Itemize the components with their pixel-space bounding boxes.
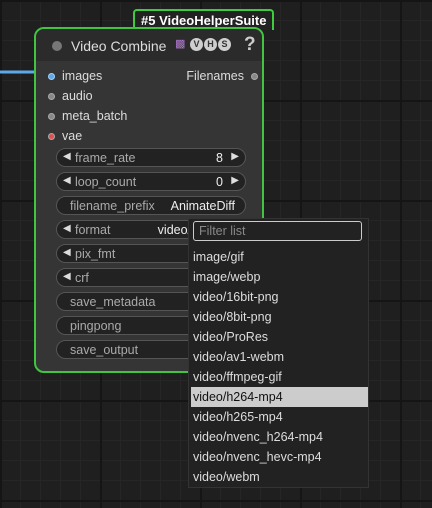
widget-label: pix_fmt — [75, 247, 116, 261]
dropdown-item[interactable]: video/nvenc_hevc-mp4 — [191, 447, 368, 467]
filter-list-input[interactable] — [193, 221, 362, 241]
input-slot-dot-icon[interactable] — [48, 73, 55, 80]
dropdown-item[interactable]: video/nvenc_h264-mp4 — [191, 427, 368, 447]
widget-value: AnimateDiff — [170, 199, 235, 213]
widget-label: filename_prefix — [70, 199, 155, 213]
widget-label: save_metadata — [70, 295, 156, 309]
output-slot-label: Filenames — [186, 69, 244, 83]
film-icon: ▩ — [175, 38, 186, 50]
widget-label: frame_rate — [75, 151, 136, 165]
dropdown-item-list: image/gif image/webp video/16bit-png video/… — [191, 247, 368, 487]
vhs-logo: VHS — [190, 38, 231, 51]
widget-label: save_output — [70, 343, 139, 357]
decrement-arrow-icon[interactable]: ◀ — [63, 223, 71, 234]
node-title: Video Combine — [71, 38, 167, 54]
dropdown-item[interactable]: video/16bit-png — [191, 287, 368, 307]
widget-frame-rate[interactable]: ◀ frame_rate 8 ▶ — [56, 148, 246, 167]
input-slot-label: audio — [62, 89, 93, 103]
decrement-arrow-icon[interactable]: ◀ — [63, 151, 71, 162]
widget-label: crf — [75, 271, 89, 285]
input-slot-label: meta_batch — [62, 109, 128, 123]
dropdown-item[interactable]: video/ProRes — [191, 327, 368, 347]
decrement-arrow-icon[interactable]: ◀ — [63, 271, 71, 282]
input-slot-label: vae — [62, 129, 83, 143]
dropdown-item[interactable]: video/8bit-png — [191, 307, 368, 327]
node-header[interactable]: Video Combine ▩ VHS ? — [36, 29, 262, 61]
format-dropdown-menu[interactable]: image/gifimage/webpvideo/16bit-pngvideo/… — [188, 218, 369, 488]
vhs-letter-s: S — [218, 38, 231, 51]
dropdown-item[interactable]: video/ffmpeg-gif — [191, 367, 368, 387]
input-slot-label: images — [62, 69, 103, 83]
input-slot-dot-icon[interactable] — [48, 113, 55, 120]
widget-label: format — [75, 223, 111, 237]
dropdown-item[interactable]: image/webp — [191, 267, 368, 287]
widget-value: 8 — [216, 151, 223, 165]
widget-value: 0 — [216, 175, 223, 189]
help-icon[interactable]: ? — [244, 34, 256, 56]
widget-filename-prefix[interactable]: filename_prefix AnimateDiff — [56, 196, 246, 215]
input-slot-dot-icon[interactable] — [48, 93, 55, 100]
output-slot-filenames[interactable]: Filenames — [186, 69, 258, 85]
decrement-arrow-icon[interactable]: ◀ — [63, 175, 71, 186]
increment-arrow-icon[interactable]: ▶ — [231, 175, 239, 186]
decrement-arrow-icon[interactable]: ◀ — [63, 247, 71, 258]
output-slot-dot-icon[interactable] — [251, 73, 258, 80]
widget-loop-count[interactable]: ◀ loop_count 0 ▶ — [56, 172, 246, 191]
dropdown-item[interactable]: image/gif — [191, 247, 368, 267]
dropdown-item[interactable]: video/h265-mp4 — [191, 407, 368, 427]
vhs-letter-v: V — [190, 38, 203, 51]
dropdown-item[interactable]: video/h264-mp4 — [191, 387, 368, 407]
dropdown-item[interactable]: video/av1-webm — [191, 347, 368, 367]
input-slot-dot-icon[interactable] — [48, 133, 55, 140]
increment-arrow-icon[interactable]: ▶ — [231, 151, 239, 162]
widget-label: loop_count — [75, 175, 137, 189]
dropdown-item[interactable]: video/webm — [191, 467, 368, 487]
vhs-letter-h: H — [204, 38, 217, 51]
collapse-toggle-icon[interactable] — [52, 41, 62, 51]
widget-label: pingpong — [70, 319, 122, 333]
